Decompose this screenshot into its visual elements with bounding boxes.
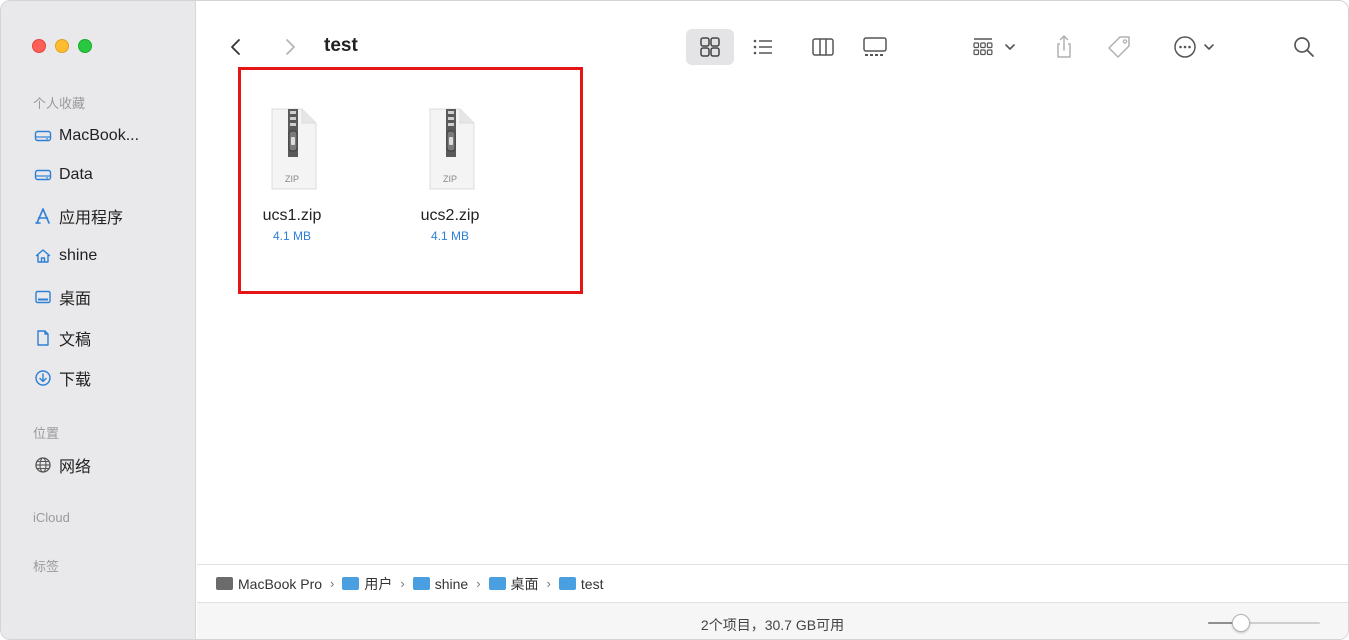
sidebar-item-label: MacBook... xyxy=(59,127,140,144)
status-text: 2个项目，30.7 GB可用 xyxy=(700,617,845,633)
home-folder-icon xyxy=(412,577,430,590)
path-bar: MacBook Pro › 用户 › shine › 桌面 › test xyxy=(197,564,1348,602)
search-button[interactable] xyxy=(1289,29,1319,65)
window-title: test xyxy=(324,35,358,56)
chevron-down-icon xyxy=(1005,44,1015,50)
file-type-label: ZIP xyxy=(284,174,299,184)
search-icon xyxy=(1294,37,1314,57)
back-button[interactable] xyxy=(223,34,249,60)
chevron-left-icon xyxy=(231,39,240,55)
disk-icon xyxy=(33,126,53,146)
sidebar-item-desktop[interactable]: 桌面 xyxy=(33,285,91,309)
icon-size-slider[interactable] xyxy=(1208,614,1320,632)
sidebar-item-label: 桌面 xyxy=(59,291,92,308)
group-button[interactable] xyxy=(965,29,1023,65)
list-view-button[interactable] xyxy=(746,29,780,65)
sidebar-section-icloud: iCloud xyxy=(33,510,70,525)
sidebar-section-favorites: 个人收藏 xyxy=(33,96,86,111)
path-crumb-label: MacBook Pro xyxy=(238,575,323,592)
disk-icon xyxy=(216,577,233,590)
sidebar-item-label: 文稿 xyxy=(59,332,92,349)
network-icon xyxy=(33,455,53,475)
file-name: ucs2.zip xyxy=(420,207,480,224)
group-icon xyxy=(973,38,993,56)
file-name: ucs1.zip xyxy=(262,207,322,224)
sidebar-item-network[interactable]: 网络 xyxy=(33,453,91,477)
path-crumb-macbook[interactable]: MacBook Pro xyxy=(216,576,322,592)
sidebar-section-tags: 标签 xyxy=(33,559,60,574)
sidebar-item-label: 应用程序 xyxy=(59,210,124,227)
slider-knob[interactable] xyxy=(1231,614,1250,632)
more-icon xyxy=(1174,36,1196,58)
tag-icon xyxy=(1108,36,1130,58)
path-crumb-label: test xyxy=(580,575,604,592)
path-separator: › xyxy=(330,576,335,591)
disk-icon xyxy=(33,165,53,185)
path-crumb-label: 桌面 xyxy=(510,575,539,592)
file-item-ucs1[interactable]: ZIP ucs1.zip 4.1 MB xyxy=(242,107,342,243)
gallery-view-button[interactable] xyxy=(858,29,892,65)
path-separator: › xyxy=(546,576,551,591)
sidebar-item-label: shine xyxy=(59,247,98,264)
desktop-icon xyxy=(33,287,53,307)
share-icon xyxy=(1057,35,1071,58)
document-icon xyxy=(33,328,53,348)
share-button[interactable] xyxy=(1049,29,1079,65)
sidebar-item-documents[interactable]: 文稿 xyxy=(33,326,91,350)
path-crumb-label: shine xyxy=(434,575,469,592)
path-crumb-shine[interactable]: shine xyxy=(412,575,469,592)
file-size: 4.1 MB xyxy=(272,229,311,243)
forward-button[interactable] xyxy=(277,34,303,60)
more-actions-button[interactable] xyxy=(1167,29,1221,65)
file-grid: ZIP ucs1.zip 4.1 MB ZIP ucs2.zip 4.1 MB xyxy=(197,63,1348,563)
tag-button[interactable] xyxy=(1103,29,1137,65)
sidebar-item-applications[interactable]: 应用程序 xyxy=(33,204,123,228)
sidebar-item-data[interactable]: Data xyxy=(33,163,93,187)
path-crumb-desktop[interactable]: 桌面 xyxy=(488,574,539,594)
path-separator: › xyxy=(476,576,481,591)
zoom-button[interactable] xyxy=(78,39,92,53)
file-type-label: ZIP xyxy=(442,174,457,184)
home-icon xyxy=(33,246,53,266)
path-separator: › xyxy=(400,576,405,591)
sidebar-item-downloads[interactable]: 下载 xyxy=(33,366,91,390)
window-controls xyxy=(32,39,92,53)
path-crumb-users[interactable]: 用户 xyxy=(342,574,392,594)
sidebar-item-macbook[interactable]: MacBook... xyxy=(33,124,139,148)
gallery-view-icon xyxy=(863,37,887,56)
sidebar: 个人收藏 MacBook... Data 应用程序 shine 桌面 文稿 下载… xyxy=(1,1,196,639)
applications-icon xyxy=(33,206,53,226)
file-size: 4.1 MB xyxy=(430,229,469,243)
close-button[interactable] xyxy=(32,39,46,53)
icon-view-button[interactable] xyxy=(686,29,734,65)
icon-view-icon xyxy=(700,37,720,57)
column-view-button[interactable] xyxy=(806,29,840,65)
chevron-right-icon xyxy=(286,39,295,55)
minimize-button[interactable] xyxy=(55,39,69,53)
sidebar-item-label: 下载 xyxy=(59,372,92,389)
chevron-down-icon xyxy=(1204,44,1214,50)
sidebar-item-home[interactable]: shine xyxy=(33,244,97,268)
sidebar-item-label: 网络 xyxy=(59,459,92,476)
finder-window: 个人收藏 MacBook... Data 应用程序 shine 桌面 文稿 下载… xyxy=(0,0,1349,640)
sidebar-item-label: Data xyxy=(59,166,93,183)
file-item-ucs2[interactable]: ZIP ucs2.zip 4.1 MB xyxy=(400,107,500,243)
status-bar: 2个项目，30.7 GB可用 xyxy=(197,602,1348,639)
path-crumb-test[interactable]: test xyxy=(558,575,604,592)
sidebar-section-locations: 位置 xyxy=(33,426,60,441)
folder-icon xyxy=(342,577,360,590)
download-icon xyxy=(33,368,53,388)
folder-icon xyxy=(558,577,576,590)
folder-icon xyxy=(488,577,506,590)
column-view-icon xyxy=(812,38,834,56)
path-crumb-label: 用户 xyxy=(364,575,393,592)
list-view-icon xyxy=(753,39,772,55)
